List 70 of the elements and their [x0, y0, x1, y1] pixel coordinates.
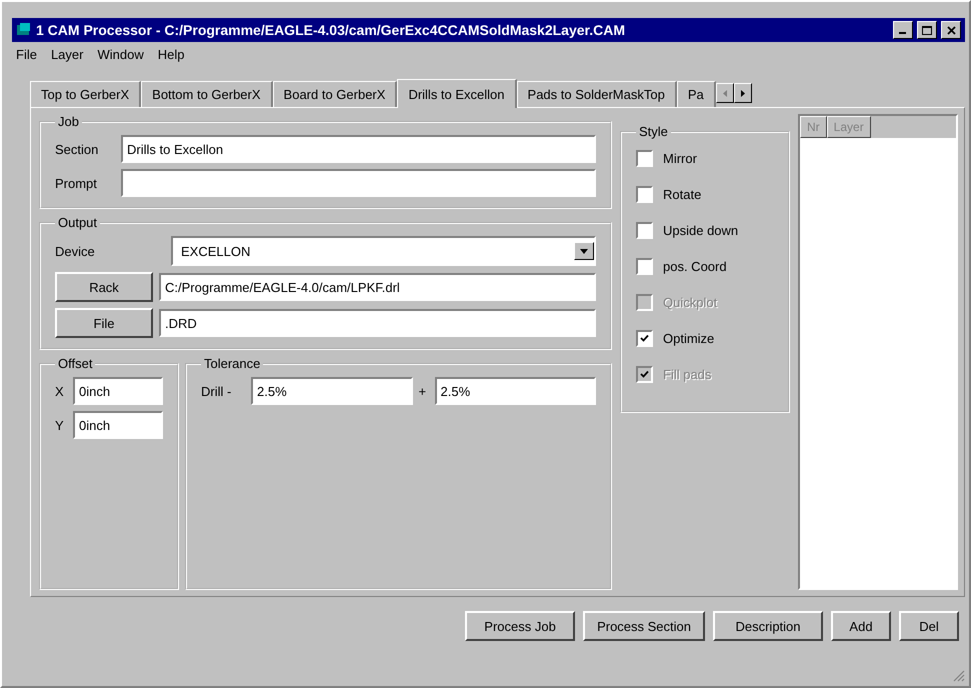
checkmark-icon — [640, 334, 649, 342]
menu-item[interactable]: Layer — [50, 47, 84, 62]
group-title: Style — [638, 124, 669, 139]
device-dropdown[interactable]: EXCELLON — [171, 236, 596, 266]
close-button[interactable] — [941, 21, 961, 39]
action-button[interactable]: Process Section — [583, 611, 705, 641]
field-label: Prompt — [55, 176, 98, 190]
checkbox[interactable]: Rotate — [636, 181, 774, 207]
tolerance-plus-field[interactable]: 2.5% — [434, 377, 596, 405]
field-label: X — [55, 384, 65, 398]
checkbox-label: pos. Coord — [663, 258, 727, 274]
field-label: + — [418, 384, 428, 398]
checkbox-box[interactable] — [636, 258, 653, 274]
scroll-right-button[interactable] — [734, 83, 752, 103]
tab[interactable]: Top to GerberX — [30, 81, 142, 107]
field-label: Device — [55, 244, 96, 258]
checkbox[interactable]: Upside down — [636, 217, 774, 243]
right-arrow-icon — [740, 90, 745, 96]
tab[interactable]: Pa — [676, 81, 716, 107]
action-button[interactable]: Description — [713, 611, 823, 641]
tab[interactable]: Bottom to GerberX — [141, 81, 273, 107]
tab[interactable]: Drills to Excellon — [397, 79, 517, 108]
down-arrow-icon — [580, 248, 588, 254]
prompt-field[interactable] — [121, 169, 596, 197]
group-title: Job — [57, 114, 80, 129]
maximize-button[interactable] — [917, 21, 937, 39]
minimize-button[interactable] — [893, 21, 913, 39]
section-field[interactable]: Drills to Excellon — [121, 135, 596, 163]
rack-field[interactable]: C:/Programme/EAGLE-4.0/cam/LPKF.drl — [159, 273, 596, 301]
tab[interactable]: Board to GerberX — [272, 81, 398, 107]
checkbox-box[interactable] — [636, 222, 653, 238]
action-button[interactable]: Del — [899, 611, 959, 641]
field-label: Drill - — [201, 384, 232, 398]
app-icon — [16, 22, 32, 38]
checkbox-box[interactable] — [636, 330, 653, 346]
checkbox-box[interactable] — [636, 186, 653, 202]
close-icon — [946, 26, 956, 34]
window-title: 1 CAM Processor - C:/Programme/EAGLE-4.03/cam/GerExc4CCAMSoldMask2Layer.CAM — [36, 22, 626, 38]
tolerance-minus-field[interactable]: 2.5% — [251, 377, 412, 405]
menu-item[interactable]: Help — [158, 47, 184, 62]
checkbox[interactable]: pos. Coord — [636, 253, 774, 279]
tab[interactable]: Pads to SolderMaskTop — [516, 81, 677, 107]
resize-grip-icon[interactable] — [953, 670, 965, 682]
maximize-icon — [922, 26, 932, 34]
group-title: Tolerance — [203, 356, 262, 371]
group-title: Output — [57, 215, 98, 230]
checkbox-label: Upside down — [663, 222, 738, 238]
action-button[interactable]: Process Job — [465, 611, 576, 641]
checkbox-label: Optimize — [663, 330, 714, 346]
menu-item[interactable]: File — [16, 47, 37, 62]
file-field[interactable]: .DRD — [159, 309, 596, 337]
checkbox-box[interactable] — [636, 150, 653, 166]
action-button[interactable]: Add — [831, 611, 891, 641]
menu-item[interactable]: Window — [97, 47, 144, 62]
left-arrow-icon — [722, 90, 727, 96]
checkbox-label: Fill pads — [663, 366, 712, 382]
field-label: Y — [55, 418, 65, 432]
checkbox[interactable]: Mirror — [636, 145, 774, 171]
file-button[interactable]: File — [55, 308, 153, 338]
checkbox-label: Mirror — [663, 150, 697, 166]
rack-button[interactable]: Rack — [55, 272, 153, 302]
checkbox-label: Quickplot — [663, 294, 718, 310]
field-label: Section — [55, 142, 100, 156]
offset-y-field[interactable]: 0inch — [73, 411, 163, 439]
checkmark-icon — [640, 370, 649, 378]
offset-x-field[interactable]: 0inch — [73, 377, 163, 405]
checkbox-label: Rotate — [663, 186, 702, 202]
checkbox[interactable]: Optimize — [636, 325, 774, 351]
scroll-left-button[interactable] — [716, 83, 734, 103]
group-title: Offset — [57, 356, 94, 371]
